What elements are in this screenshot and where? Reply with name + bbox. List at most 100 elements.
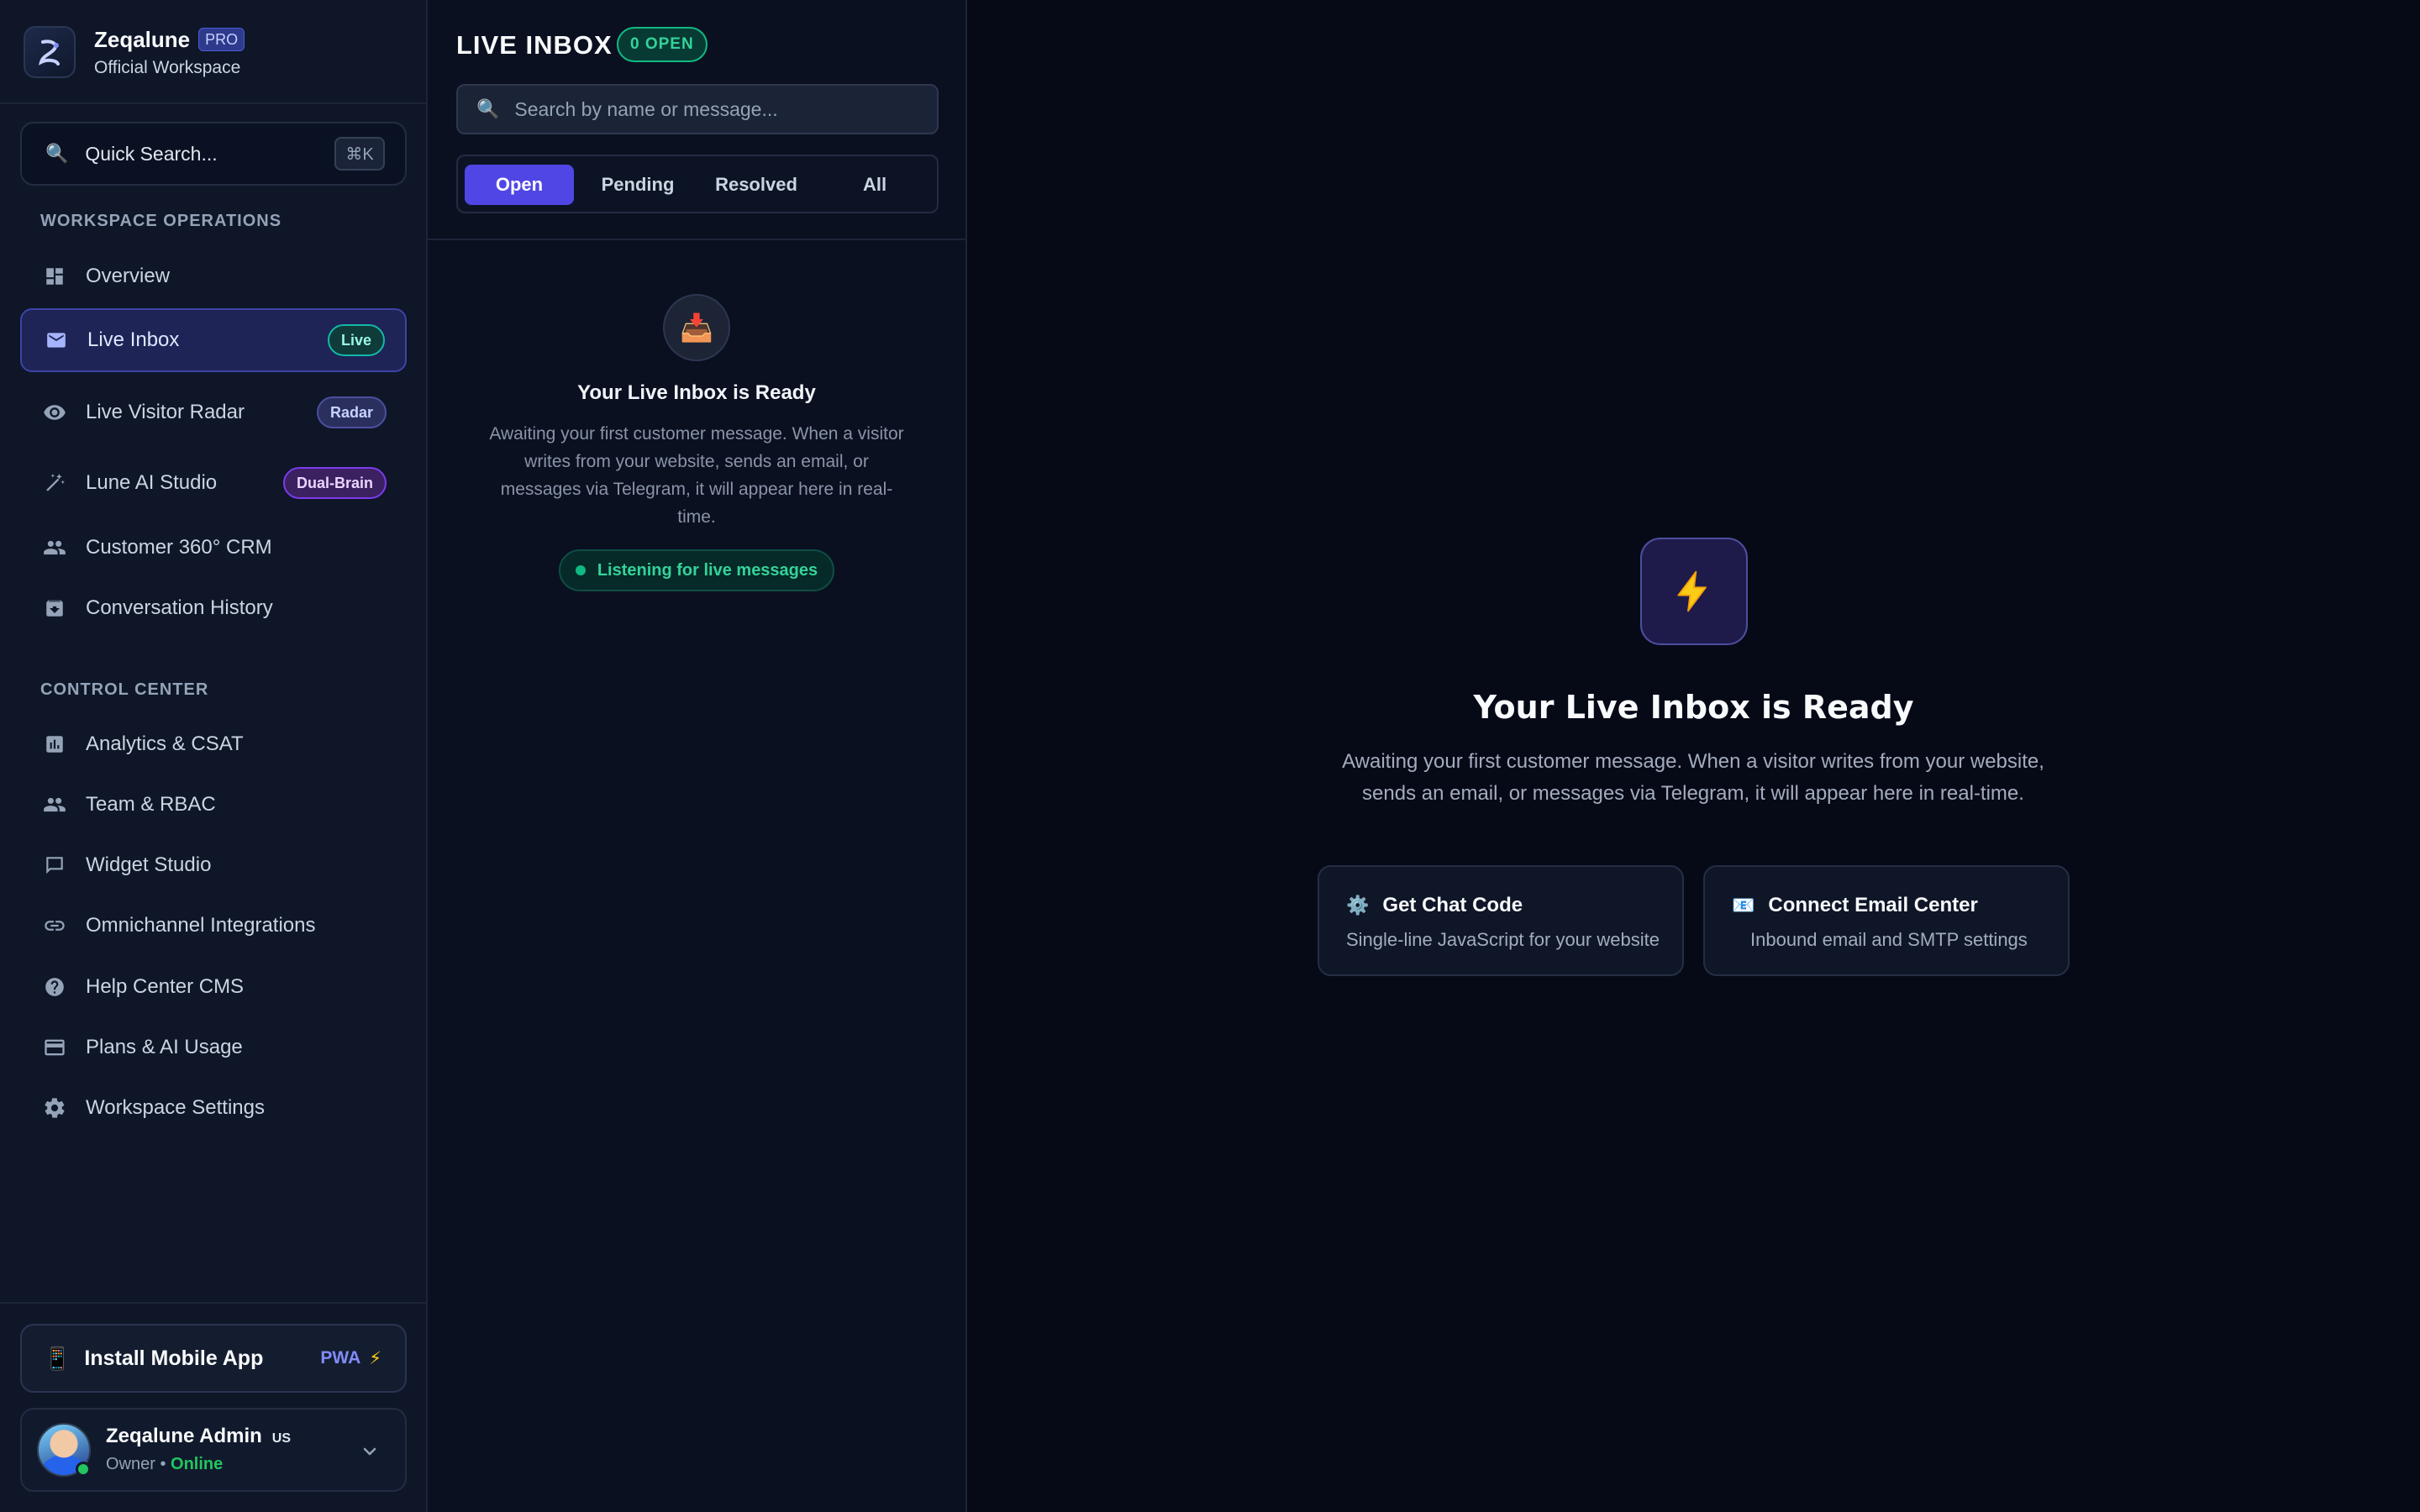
user-name-row: Zeqalune Admin US bbox=[106, 1425, 291, 1448]
open-count-badge: 0 OPEN bbox=[617, 27, 708, 62]
status-tabs: Open Pending Resolved All bbox=[456, 155, 939, 213]
sidebar-item-live-inbox[interactable]: Live Inbox Live bbox=[20, 308, 407, 372]
radar-badge: Radar bbox=[316, 396, 387, 428]
gear-icon: ⚙️ bbox=[1346, 895, 1370, 916]
sidebar-item-integrations[interactable]: Omnichannel Integrations bbox=[20, 894, 407, 958]
help-icon bbox=[42, 974, 67, 1000]
sidebar: Zeqalune PRO Official Workspace 🔍 Quick … bbox=[0, 0, 428, 1512]
inbox-title: LIVE INBOX bbox=[456, 30, 613, 60]
tab-pending[interactable]: Pending bbox=[583, 165, 692, 205]
bolt-icon: ⚡ bbox=[369, 1348, 381, 1368]
sidebar-item-label: Widget Studio bbox=[86, 853, 212, 876]
sidebar-item-analytics[interactable]: Analytics & CSAT bbox=[20, 712, 407, 776]
team-icon bbox=[42, 792, 67, 817]
user-name: Zeqalune Admin bbox=[106, 1425, 262, 1447]
sidebar-item-label: Live Visitor Radar bbox=[86, 401, 245, 423]
chat-bubble-icon bbox=[42, 853, 67, 878]
section-title-control: CONTROL CENTER bbox=[40, 680, 209, 699]
user-role-row: Owner • Online bbox=[106, 1455, 223, 1474]
card-subtitle: Single-line JavaScript for your website bbox=[1346, 929, 1660, 950]
live-badge: Live bbox=[327, 324, 385, 356]
sidebar-item-label: Lune AI Studio bbox=[86, 471, 218, 494]
sidebar-item-help[interactable]: Help Center CMS bbox=[20, 955, 407, 1019]
credit-card-icon bbox=[42, 1035, 67, 1060]
sidebar-item-widget[interactable]: Widget Studio bbox=[20, 833, 407, 897]
sidebar-item-label: Overview bbox=[86, 265, 171, 287]
sidebar-item-label: Conversation History bbox=[86, 596, 273, 619]
shortcut-hint: ⌘K bbox=[334, 137, 385, 171]
divider bbox=[428, 239, 965, 240]
sidebar-item-label: Customer 360° CRM bbox=[86, 536, 272, 559]
sidebar-item-settings[interactable]: Workspace Settings bbox=[20, 1076, 407, 1140]
mail-icon bbox=[44, 328, 69, 353]
listening-status-pill: Listening for live messages bbox=[558, 549, 835, 591]
search-icon: 🔍 bbox=[476, 98, 500, 119]
inbox-tray-icon: 📥 bbox=[663, 294, 730, 361]
online-status-dot bbox=[76, 1462, 91, 1477]
user-country: US bbox=[271, 1431, 292, 1446]
sidebar-item-ai-studio[interactable]: Lune AI Studio Dual-Brain bbox=[20, 451, 407, 515]
sidebar-item-label: Analytics & CSAT bbox=[86, 732, 244, 755]
conversation-panel: Your Live Inbox is Ready Awaiting your f… bbox=[967, 0, 2420, 1512]
sidebar-item-label: Team & RBAC bbox=[86, 793, 216, 816]
card-title: Connect Email Center bbox=[1768, 894, 1978, 916]
chevron-down-icon[interactable] bbox=[360, 1441, 380, 1466]
workspace-name: Official Workspace bbox=[94, 57, 241, 77]
inbox-search-box[interactable]: 🔍 bbox=[456, 84, 939, 134]
sidebar-item-label: Workspace Settings bbox=[86, 1096, 265, 1119]
quick-search-label: Quick Search... bbox=[85, 142, 218, 165]
bar-chart-icon bbox=[42, 732, 67, 757]
live-dot-icon bbox=[575, 565, 586, 575]
lightning-bolt-icon bbox=[1640, 538, 1748, 645]
user-role: Owner • bbox=[106, 1455, 166, 1473]
inbox-empty-state: 📥 Your Live Inbox is Ready Awaiting your… bbox=[428, 294, 965, 591]
link-icon bbox=[42, 913, 67, 938]
pro-badge: PRO bbox=[198, 28, 245, 51]
card-title: Get Chat Code bbox=[1382, 894, 1523, 916]
sidebar-item-crm[interactable]: Customer 360° CRM bbox=[20, 516, 407, 580]
inbox-search-input[interactable] bbox=[513, 97, 920, 122]
empty-state-title: Your Live Inbox is Ready bbox=[577, 381, 816, 404]
section-title-workspace: WORKSPACE OPERATIONS bbox=[40, 212, 282, 230]
sidebar-item-team[interactable]: Team & RBAC bbox=[20, 773, 407, 837]
sidebar-item-visitor-radar[interactable]: Live Visitor Radar Radar bbox=[20, 381, 407, 444]
listening-label: Listening for live messages bbox=[597, 560, 818, 580]
user-menu[interactable]: Zeqalune Admin US Owner • Online bbox=[20, 1408, 407, 1492]
install-mobile-app-button[interactable]: 📱 Install Mobile App PWA ⚡ bbox=[20, 1324, 407, 1393]
install-label: Install Mobile App bbox=[84, 1346, 264, 1370]
card-subtitle: Inbound email and SMTP settings bbox=[1750, 929, 2028, 950]
search-icon: 🔍 bbox=[45, 143, 69, 164]
pwa-badge: PWA ⚡ bbox=[320, 1348, 381, 1369]
sidebar-item-label: Help Center CMS bbox=[86, 975, 245, 998]
sidebar-item-overview[interactable]: Overview bbox=[20, 244, 407, 308]
tab-open[interactable]: Open bbox=[465, 165, 574, 205]
sidebar-item-label: Plans & AI Usage bbox=[86, 1036, 243, 1058]
user-status: Online bbox=[171, 1455, 224, 1473]
sidebar-item-plans[interactable]: Plans & AI Usage bbox=[20, 1016, 407, 1079]
avatar bbox=[37, 1423, 91, 1477]
tab-resolved[interactable]: Resolved bbox=[702, 165, 811, 205]
divider bbox=[0, 102, 426, 104]
gear-icon bbox=[42, 1095, 67, 1121]
dual-brain-badge: Dual-Brain bbox=[282, 467, 387, 499]
brand-name: Zeqalune bbox=[94, 26, 191, 52]
empty-state-description: Awaiting your first customer message. Wh… bbox=[489, 424, 904, 527]
magic-wand-icon bbox=[42, 470, 67, 496]
envelope-icon: 📧 bbox=[1732, 895, 1755, 916]
divider bbox=[0, 1302, 426, 1304]
sidebar-item-label: Omnichannel Integrations bbox=[86, 914, 316, 937]
sidebar-item-history[interactable]: Conversation History bbox=[20, 576, 407, 640]
main-empty-title: Your Live Inbox is Ready bbox=[1473, 689, 1914, 726]
brand[interactable]: Zeqalune PRO Official Workspace bbox=[24, 25, 245, 79]
tab-all[interactable]: All bbox=[820, 165, 929, 205]
dashboard-icon bbox=[42, 264, 67, 289]
mobile-phone-icon: 📱 bbox=[44, 1345, 71, 1371]
brand-logo-icon bbox=[24, 26, 76, 78]
connect-email-center-button[interactable]: 📧 Connect Email Center Inbound email and… bbox=[1703, 865, 2070, 976]
quick-search-button[interactable]: 🔍 Quick Search... ⌘K bbox=[20, 122, 407, 186]
inbox-list-panel: LIVE INBOX 0 OPEN 🔍 Open Pending Resolve… bbox=[428, 0, 967, 1512]
archive-icon bbox=[42, 596, 67, 621]
get-chat-code-button[interactable]: ⚙️ Get Chat Code Single-line JavaScript … bbox=[1318, 865, 1684, 976]
eye-icon bbox=[42, 400, 67, 425]
main-empty-description: Awaiting your first customer message. Wh… bbox=[1342, 750, 2044, 805]
